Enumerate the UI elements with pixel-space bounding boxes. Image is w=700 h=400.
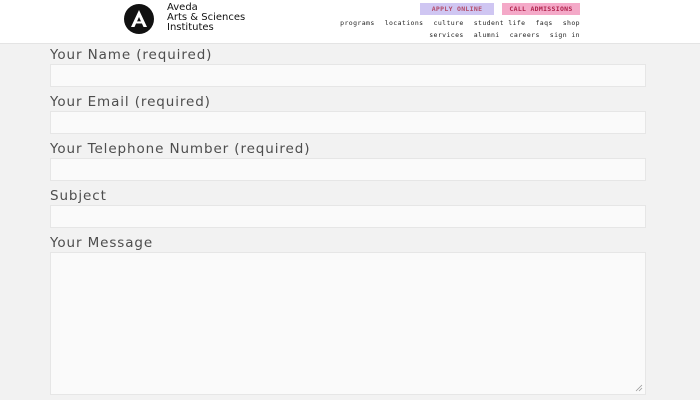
email-label: Your Email (required) (50, 94, 211, 110)
message-label: Your Message (50, 235, 154, 251)
primary-nav: programs locations culture student life … (340, 19, 580, 27)
name-label: Your Name (required) (50, 47, 213, 63)
nav-item-alumni[interactable]: alumni (474, 31, 500, 39)
nav-item-faqs[interactable]: faqs (535, 19, 552, 27)
message-textarea[interactable] (50, 252, 646, 395)
aveda-logo-icon[interactable] (120, 4, 158, 34)
name-field[interactable] (50, 64, 646, 87)
phone-field[interactable] (50, 158, 646, 181)
nav-item-sign-in[interactable]: sign in (550, 31, 580, 39)
nav-item-locations[interactable]: locations (385, 19, 424, 27)
email-field[interactable] (50, 111, 646, 134)
nav-item-student-life[interactable]: student life (474, 19, 526, 27)
subject-label: Subject (50, 188, 107, 204)
brand-line-3: Institutes (167, 22, 214, 33)
phone-label: Your Telephone Number (required) (50, 141, 311, 157)
resize-handle-icon[interactable] (635, 384, 643, 392)
subject-field[interactable] (50, 205, 646, 228)
call-admissions-button[interactable]: CALL ADMISSIONS (502, 3, 580, 15)
secondary-nav: services alumni careers sign in (429, 31, 580, 39)
nav-item-shop[interactable]: shop (563, 19, 580, 27)
nav-item-services[interactable]: services (429, 31, 464, 39)
nav-item-culture[interactable]: culture (434, 19, 464, 27)
apply-online-button[interactable]: APPLY ONLINE (420, 3, 494, 15)
nav-item-careers[interactable]: careers (510, 31, 540, 39)
brand-name[interactable]: Aveda Arts & Sciences Institutes (167, 3, 245, 33)
site-header: Aveda Arts & Sciences Institutes APPLY O… (0, 0, 700, 44)
nav-item-programs[interactable]: programs (340, 19, 375, 27)
